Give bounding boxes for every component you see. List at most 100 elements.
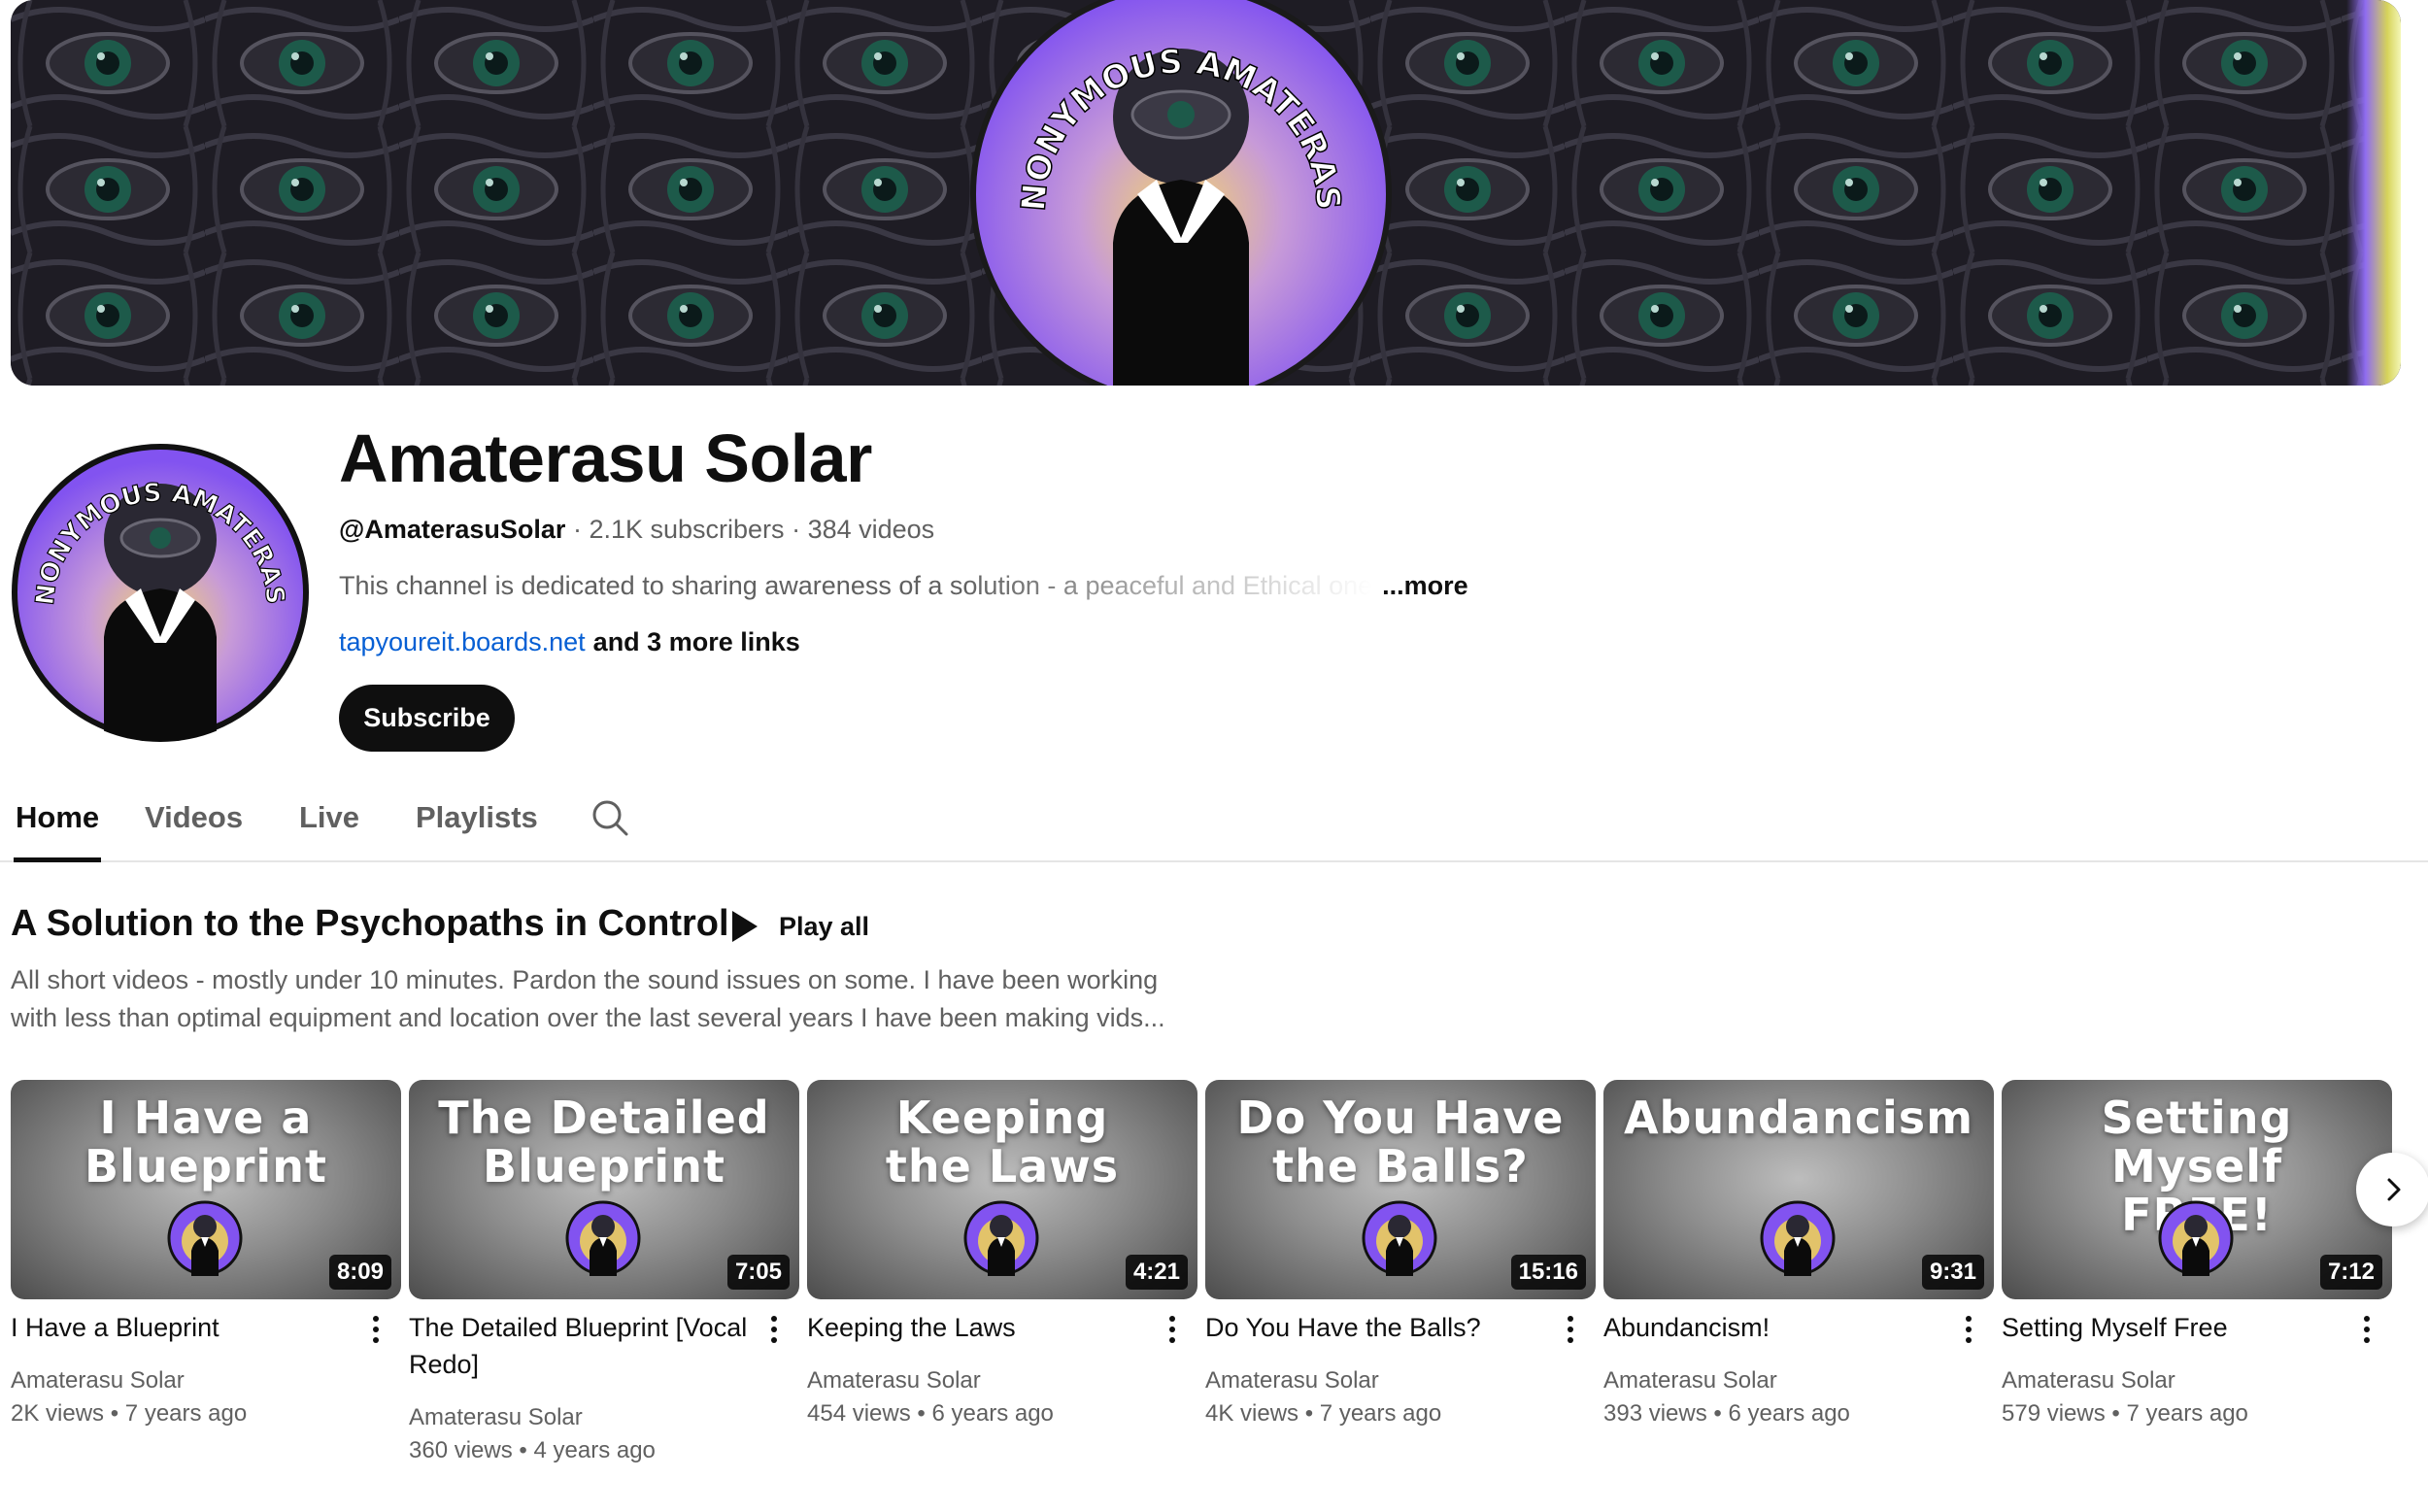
stat-separator: • [519, 1437, 527, 1463]
play-icon [732, 911, 758, 942]
thumbnail-text: The Detailed Blueprint [438, 1092, 770, 1193]
video-channel[interactable]: Amaterasu Solar [409, 1404, 583, 1431]
stat-separator: • [1304, 1400, 1314, 1427]
more-options-icon[interactable] [1161, 1313, 1184, 1348]
chevron-right-icon[interactable] [2356, 1153, 2428, 1226]
avatar-art: ANONYMOUS AMATERASU [11, 443, 309, 742]
video-channel[interactable]: Amaterasu Solar [1603, 1367, 1777, 1394]
shelf-title[interactable]: A Solution to the Psychopaths in Control [11, 903, 729, 945]
stat-separator: • [917, 1400, 926, 1427]
thumbnail-logo [963, 1200, 1039, 1276]
banner-edge-glow [2346, 0, 2401, 386]
thumbnail-text: Keeping the Laws [885, 1092, 1120, 1193]
video-duration: 9:31 [1921, 1255, 1984, 1290]
thumbnail-text: I Have a Blueprint [84, 1092, 327, 1193]
video-title[interactable]: Setting Myself Free [2002, 1309, 2342, 1346]
meta-separator: · [792, 515, 801, 544]
channel-tabs: Home Videos Live Playlists [0, 785, 2428, 862]
video-card[interactable]: The Detailed Blueprint 7:05 The Detailed… [409, 1080, 799, 1463]
play-all-label: Play all [779, 911, 870, 941]
tab-playlists[interactable]: Playlists [416, 800, 538, 835]
more-options-icon[interactable] [2355, 1313, 2378, 1348]
more-options-icon[interactable] [1559, 1313, 1582, 1348]
more-options-icon[interactable] [762, 1313, 786, 1348]
video-duration: 15:16 [1510, 1255, 1586, 1290]
upload-age: 6 years ago [1728, 1400, 1850, 1427]
upload-age: 4 years ago [533, 1437, 656, 1463]
video-card[interactable]: Abundancism 9:31 Abundancism! Amaterasu … [1603, 1080, 1994, 1427]
thumbnail-text: Do You Have the Balls? [1236, 1092, 1565, 1193]
description-more-link[interactable]: ...more [1382, 571, 1468, 600]
channel-meta: @AmaterasuSolar · 2.1K subscribers · 384… [339, 515, 934, 545]
play-all-button[interactable]: Play all [723, 903, 869, 950]
tab-videos[interactable]: Videos [145, 800, 243, 835]
thumbnail-logo [2158, 1200, 2234, 1276]
video-card[interactable]: Keeping the Laws 4:21 Keeping the Laws A… [807, 1080, 1197, 1427]
video-channel[interactable]: Amaterasu Solar [2002, 1367, 2175, 1394]
video-stats: 2K views • 7 years ago [11, 1400, 247, 1428]
thumbnail-text: Abundancism [1623, 1092, 1974, 1144]
video-thumbnail[interactable]: Do You Have the Balls? 15:16 [1205, 1080, 1596, 1299]
upload-age: 7 years ago [124, 1400, 248, 1427]
stat-separator: • [1713, 1400, 1722, 1427]
video-stats: 393 views • 6 years ago [1603, 1400, 1850, 1428]
more-options-icon[interactable] [1957, 1313, 1980, 1348]
video-card[interactable]: Do You Have the Balls? 15:16 Do You Have… [1205, 1080, 1596, 1427]
active-tab-indicator [14, 857, 101, 862]
video-title[interactable]: I Have a Blueprint [11, 1309, 351, 1346]
shelf-description: All short videos - mostly under 10 minut… [11, 965, 1165, 1032]
video-thumbnail[interactable]: I Have a Blueprint 8:09 [11, 1080, 401, 1299]
more-links-button[interactable]: and 3 more links [593, 627, 800, 656]
view-count: 393 views [1603, 1400, 1707, 1427]
video-thumbnail[interactable]: The Detailed Blueprint 7:05 [409, 1080, 799, 1299]
chevron-right-icon-svg [2387, 1178, 2401, 1201]
video-title[interactable]: Do You Have the Balls? [1205, 1309, 1545, 1346]
channel-banner: ANONYMOUS AMATERASU [11, 0, 2401, 386]
description-text: This channel is dedicated to sharing awa… [339, 571, 1373, 600]
video-card[interactable]: I Have a Blueprint 8:09 I Have a Bluepri… [11, 1080, 401, 1427]
video-title[interactable]: Abundancism! [1603, 1309, 1943, 1346]
video-title[interactable]: Keeping the Laws [807, 1309, 1147, 1346]
banner-art: ANONYMOUS AMATERASU [11, 0, 2401, 386]
upload-age: 7 years ago [2126, 1400, 2248, 1427]
thumbnail-logo [1760, 1200, 1836, 1276]
video-thumbnail[interactable]: Abundancism 9:31 [1603, 1080, 1994, 1299]
tab-live[interactable]: Live [299, 800, 359, 835]
view-count: 360 views [409, 1437, 513, 1463]
search-icon-svg [592, 800, 628, 836]
channel-links: tapyoureit.boards.net and 3 more links [339, 627, 800, 657]
video-stats: 579 views • 7 years ago [2002, 1400, 2248, 1428]
video-thumbnail[interactable]: Keeping the Laws 4:21 [807, 1080, 1197, 1299]
view-count: 579 views [2002, 1400, 2106, 1427]
view-count: 454 views [807, 1400, 911, 1427]
video-channel[interactable]: Amaterasu Solar [1205, 1367, 1379, 1394]
meta-separator: · [572, 515, 582, 544]
view-count: 4K views [1205, 1400, 1299, 1427]
channel-handle: @AmaterasuSolar [339, 515, 566, 544]
tab-home[interactable]: Home [16, 800, 99, 835]
subscriber-count: 2.1K subscribers [589, 515, 785, 544]
video-duration: 7:12 [2319, 1255, 2382, 1290]
video-channel[interactable]: Amaterasu Solar [11, 1367, 185, 1394]
upload-age: 6 years ago [931, 1400, 1054, 1427]
thumbnail-logo [565, 1200, 641, 1276]
search-icon[interactable] [590, 798, 629, 837]
video-card[interactable]: Setting Myself FREE! 7:12 Setting Myself… [2002, 1080, 2392, 1427]
video-stats: 454 views • 6 years ago [807, 1400, 1054, 1428]
video-stats: 4K views • 7 years ago [1205, 1400, 1441, 1428]
video-duration: 4:21 [1125, 1255, 1188, 1290]
more-options-icon[interactable] [364, 1313, 388, 1348]
channel-avatar[interactable]: ANONYMOUS AMATERASU [11, 443, 310, 742]
subscribe-button[interactable]: Subscribe [339, 685, 515, 752]
view-count: 2K views [11, 1400, 105, 1427]
upload-age: 7 years ago [1319, 1400, 1442, 1427]
channel-name: Amaterasu Solar [339, 420, 872, 496]
video-thumbnail[interactable]: Setting Myself FREE! 7:12 [2002, 1080, 2392, 1299]
video-duration: 7:05 [726, 1255, 790, 1290]
video-title[interactable]: The Detailed Blueprint [Vocal Redo] [409, 1309, 749, 1383]
channel-description[interactable]: This channel is dedicated to sharing awa… [339, 571, 1468, 601]
stat-separator: • [110, 1400, 119, 1427]
video-channel[interactable]: Amaterasu Solar [807, 1367, 981, 1394]
channel-link[interactable]: tapyoureit.boards.net [339, 627, 586, 656]
stat-separator: • [2111, 1400, 2120, 1427]
